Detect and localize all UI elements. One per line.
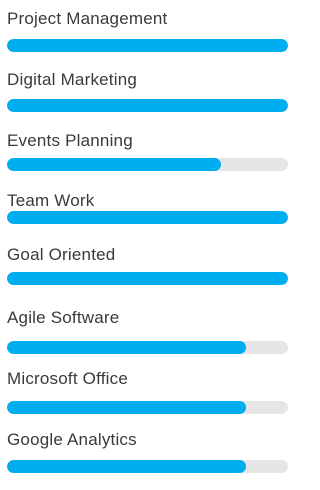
skill-label: Events Planning xyxy=(7,131,133,150)
skill-item-events-planning: Events Planning xyxy=(0,131,289,191)
skill-label: Google Analytics xyxy=(7,430,137,449)
skill-progress-fill xyxy=(7,401,246,414)
skill-progress-track xyxy=(7,401,288,414)
skill-label: Project Management xyxy=(7,9,168,28)
skill-label: Team Work xyxy=(7,191,95,210)
skill-progress-fill xyxy=(7,211,288,224)
skill-item-project-management: Project Management xyxy=(0,9,289,69)
skill-progress-track xyxy=(7,39,288,52)
skill-item-agile-software: Agile Software xyxy=(0,308,289,368)
skill-label: Microsoft Office xyxy=(7,369,128,388)
skill-item-microsoft-office: Microsoft Office xyxy=(0,369,289,429)
skill-progress-fill xyxy=(7,460,246,473)
skill-progress-fill xyxy=(7,158,221,171)
skill-progress-track xyxy=(7,158,288,171)
skill-label: Agile Software xyxy=(7,308,120,327)
skill-progress-fill xyxy=(7,272,288,285)
skill-item-goal-oriented: Goal Oriented xyxy=(0,245,289,305)
skills-list: Project Management Digital Marketing Eve… xyxy=(0,0,289,475)
skill-label: Digital Marketing xyxy=(7,70,138,89)
skill-progress-track xyxy=(7,341,288,354)
skill-progress-track xyxy=(7,460,288,473)
skill-item-google-analytics: Google Analytics xyxy=(0,430,289,490)
skill-progress-fill xyxy=(7,99,288,112)
skill-progress-fill xyxy=(7,39,288,52)
skill-progress-track xyxy=(7,272,288,285)
skill-item-digital-marketing: Digital Marketing xyxy=(0,70,289,130)
skill-progress-track xyxy=(7,99,288,112)
skill-label: Goal Oriented xyxy=(7,245,116,264)
skill-progress-fill xyxy=(7,341,246,354)
skill-item-team-work: Team Work xyxy=(0,191,289,251)
skill-progress-track xyxy=(7,211,288,224)
